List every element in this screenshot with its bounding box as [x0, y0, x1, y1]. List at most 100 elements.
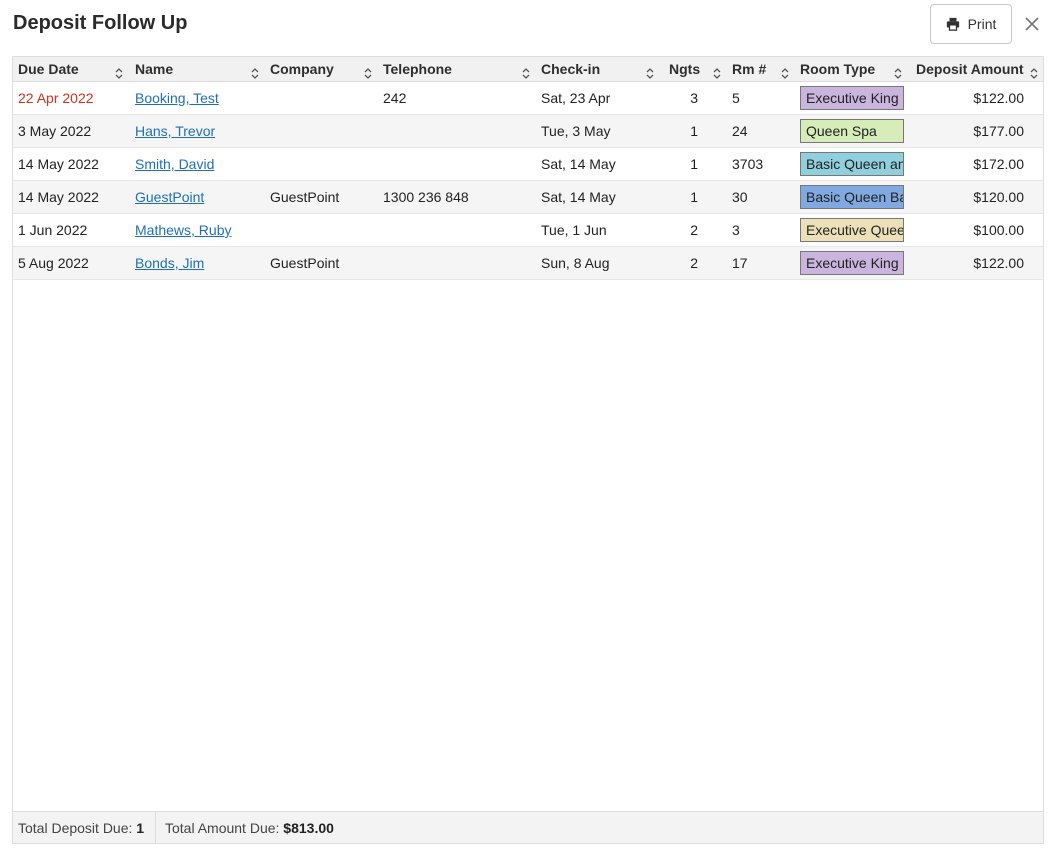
column-header-nights[interactable]: Ngts — [669, 57, 724, 82]
column-header-label: Deposit Amount — [916, 61, 1024, 77]
cell-telephone: 1300 236 848 — [383, 189, 469, 205]
room-type-badge: Queen Spa — [800, 119, 904, 143]
total-amount-value: $813.00 — [283, 820, 334, 836]
cell-nights: 2 — [690, 255, 698, 271]
cell-checkin: Tue, 1 Jun — [541, 222, 607, 238]
room-type-badge: Executive King — [800, 86, 904, 110]
cell-nights: 1 — [690, 189, 698, 205]
column-header-telephone[interactable]: Telephone — [383, 57, 533, 82]
table-row[interactable]: 14 May 2022 GuestPoint GuestPoint 1300 236 … — [13, 181, 1043, 214]
table-row[interactable]: 14 May 2022 Smith, David Sat, 14 May 1 3703 B… — [13, 148, 1043, 181]
table-header: Due Date Name Company Telephone Check-in Ngts… — [13, 57, 1043, 82]
dialog-header: Deposit Follow Up Print — [0, 0, 1051, 56]
cell-room: 5 — [732, 90, 740, 106]
total-amount-due: Total Amount Due: $813.00 — [165, 812, 334, 844]
cell-telephone: 242 — [383, 90, 407, 106]
column-header-checkin[interactable]: Check-in — [541, 57, 657, 82]
cell-room: 3703 — [732, 156, 764, 172]
cell-company — [270, 82, 378, 115]
cell-name: Smith, David — [135, 148, 265, 181]
column-header-room-type[interactable]: Room Type — [800, 57, 905, 82]
close-icon — [1025, 17, 1039, 31]
table-footer: Total Deposit Due: 1 Total Amount Due: $… — [13, 811, 1043, 844]
room-type-badge: Executive Queen — [800, 218, 904, 242]
cell-company: GuestPoint — [270, 189, 340, 205]
page-title: Deposit Follow Up — [13, 12, 188, 34]
sort-icon[interactable] — [1029, 63, 1039, 79]
column-header-label: Due Date — [18, 61, 79, 77]
cell-name: GuestPoint — [135, 181, 265, 214]
column-header-deposit[interactable]: Deposit Amount — [916, 57, 1041, 82]
table-row[interactable]: 5 Aug 2022 Bonds, Jim GuestPoint Sun, 8 Aug… — [13, 247, 1043, 280]
table-row[interactable]: 22 Apr 2022 Booking, Test 242 Sat, 23 Apr 3 5… — [13, 82, 1043, 115]
cell-deposit: $172.00 — [973, 156, 1024, 172]
column-header-label: Rm # — [732, 61, 767, 77]
guest-name-link[interactable]: Booking, Test — [135, 90, 219, 106]
cell-checkin: Sat, 14 May — [541, 156, 616, 172]
guest-name-link[interactable]: Smith, David — [135, 156, 214, 172]
table-row[interactable]: 3 May 2022 Hans, Trevor Tue, 3 May 1 24 Queen… — [13, 115, 1043, 148]
column-header-name[interactable]: Name — [135, 57, 262, 82]
column-header-company[interactable]: Company — [270, 57, 375, 82]
cell-deposit: $177.00 — [973, 123, 1024, 139]
column-header-label: Ngts — [669, 61, 701, 77]
room-type-badge: Executive King — [800, 251, 904, 275]
sort-icon[interactable] — [521, 63, 531, 79]
sort-icon[interactable] — [893, 63, 903, 79]
cell-checkin: Sat, 23 Apr — [541, 90, 611, 106]
cell-name: Bonds, Jim — [135, 247, 265, 280]
cell-due-date: 14 May 2022 — [18, 189, 99, 205]
cell-due-date: 1 Jun 2022 — [18, 222, 88, 238]
total-deposit-value: 1 — [136, 820, 145, 836]
cell-company — [270, 115, 378, 148]
guest-name-link[interactable]: GuestPoint — [135, 189, 204, 205]
footer-divider — [155, 812, 156, 844]
column-header-due-date[interactable]: Due Date — [18, 57, 126, 82]
cell-checkin: Sat, 14 May — [541, 189, 616, 205]
cell-name: Hans, Trevor — [135, 115, 265, 148]
column-header-label: Room Type — [800, 61, 876, 77]
cell-deposit: $122.00 — [973, 255, 1024, 271]
total-amount-label: Total Amount Due: — [165, 820, 280, 836]
cell-checkin: Tue, 3 May — [541, 123, 611, 139]
guest-name-link[interactable]: Bonds, Jim — [135, 255, 204, 271]
cell-deposit: $120.00 — [973, 189, 1024, 205]
cell-room: 3 — [732, 222, 740, 238]
print-button-label: Print — [967, 16, 997, 32]
column-header-label: Check-in — [541, 61, 601, 77]
cell-room: 24 — [732, 123, 748, 139]
sort-icon[interactable] — [645, 63, 655, 79]
room-type-badge: Basic Queen and Single — [800, 152, 904, 176]
cell-deposit: $100.00 — [973, 222, 1024, 238]
cell-room: 30 — [732, 189, 748, 205]
close-button[interactable] — [1020, 12, 1044, 36]
sort-icon[interactable] — [780, 63, 790, 79]
sort-icon[interactable] — [363, 63, 373, 79]
cell-due-date: 14 May 2022 — [18, 156, 99, 172]
sort-icon[interactable] — [114, 63, 124, 79]
table-row[interactable]: 1 Jun 2022 Mathews, Ruby Tue, 1 Jun 2 3 Execu… — [13, 214, 1043, 247]
room-type-badge: Basic Queen Bath — [800, 185, 904, 209]
guest-name-link[interactable]: Hans, Trevor — [135, 123, 215, 139]
cell-telephone — [383, 247, 533, 280]
cell-company — [270, 148, 378, 181]
total-deposit-due: Total Deposit Due: 1 — [18, 812, 144, 844]
column-header-label: Name — [135, 61, 174, 77]
print-button[interactable]: Print — [930, 4, 1012, 44]
guest-name-link[interactable]: Mathews, Ruby — [135, 222, 231, 238]
cell-telephone — [383, 148, 533, 181]
column-header-label: Company — [270, 61, 334, 77]
cell-nights: 1 — [690, 156, 698, 172]
sort-icon[interactable] — [712, 63, 722, 79]
cell-due-date: 3 May 2022 — [18, 123, 92, 139]
sort-icon[interactable] — [250, 63, 260, 79]
printer-icon — [946, 17, 959, 31]
cell-telephone — [383, 214, 533, 247]
cell-nights: 3 — [690, 90, 698, 106]
column-header-room[interactable]: Rm # — [732, 57, 792, 82]
cell-nights: 2 — [690, 222, 698, 238]
cell-name: Mathews, Ruby — [135, 214, 265, 247]
cell-nights: 1 — [690, 123, 698, 139]
cell-room: 17 — [732, 255, 748, 271]
cell-company: GuestPoint — [270, 255, 340, 271]
